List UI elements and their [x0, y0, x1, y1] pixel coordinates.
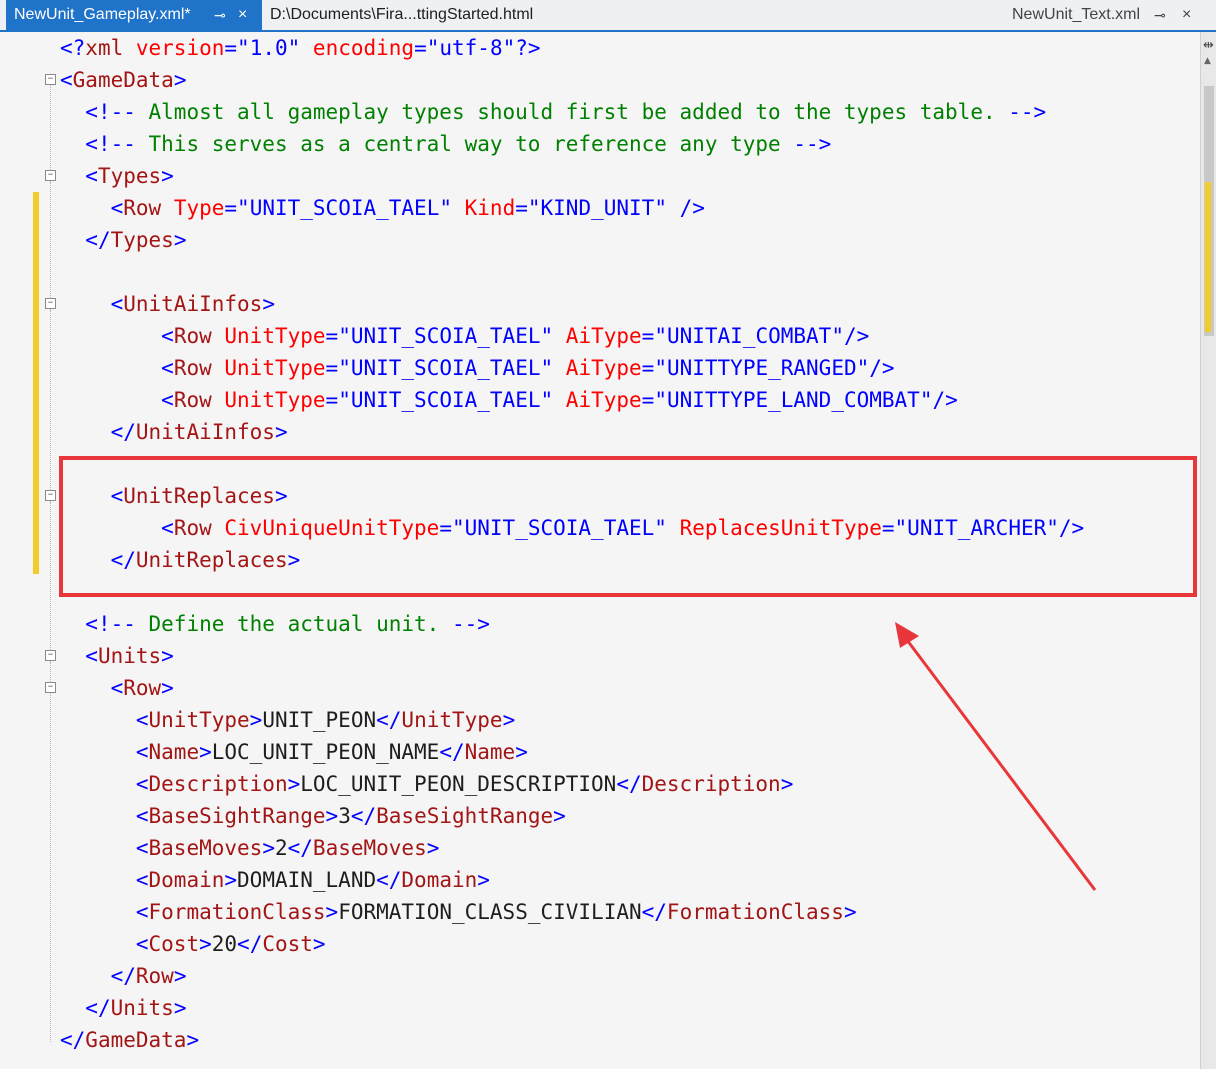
- annotation-arrow: [895, 622, 1097, 891]
- arrow-shaft: [902, 635, 1097, 891]
- arrow-head: [895, 622, 919, 648]
